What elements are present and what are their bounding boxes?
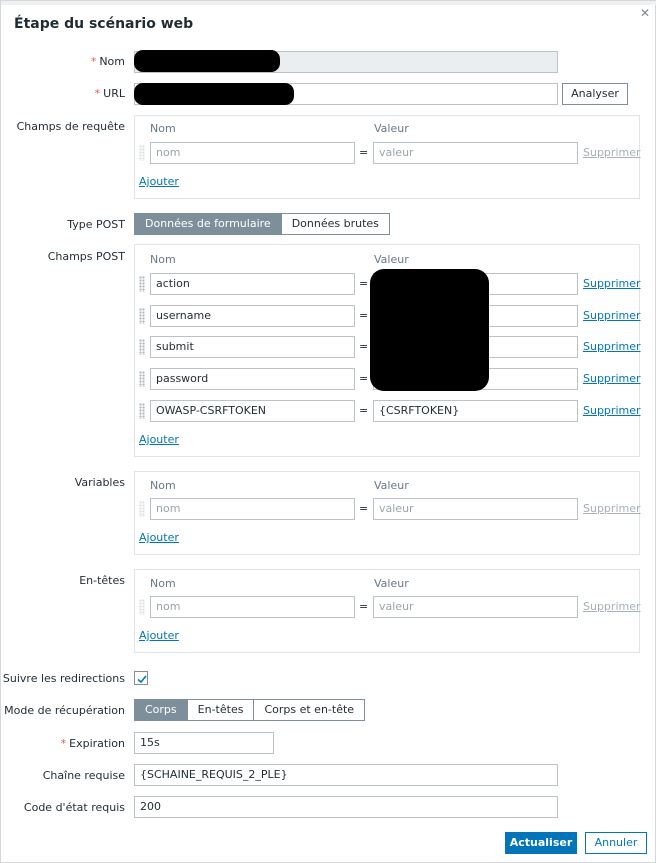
variables-col-value: Valeur [374, 479, 409, 492]
variables-group: Nom Valeur nom = valeur Supprimer Ajoute… [134, 471, 641, 555]
headers-add-link[interactable]: Ajouter [139, 629, 179, 642]
variables-col-name: Nom [150, 479, 176, 492]
drag-handle-icon[interactable] [139, 371, 145, 387]
drag-handle-icon[interactable] [139, 339, 145, 355]
post-add-link[interactable]: Ajouter [139, 433, 179, 446]
equals-sign: = [359, 340, 369, 353]
query-name-input[interactable]: nom [150, 142, 355, 164]
follow-redirects-label: Suivre les redirections [2, 672, 125, 685]
drag-handle-icon[interactable] [139, 145, 145, 161]
post-type-form-data[interactable]: Données de formulaire [135, 214, 281, 234]
post-value-input[interactable]: {CSRFTOKEN} [373, 400, 578, 422]
retrieve-mode-body-and-headers[interactable]: Corps et en-tête [253, 700, 365, 720]
post-remove-link[interactable]: Supprimer [583, 277, 641, 290]
drag-handle-icon[interactable] [139, 308, 145, 324]
equals-sign: = [359, 277, 369, 290]
drag-handle-icon[interactable] [139, 276, 145, 292]
query-remove-link[interactable]: Supprimer [583, 146, 641, 159]
post-type-switch: Données de formulaire Données brutes [134, 213, 390, 235]
required-string-label: Chaîne requise [42, 769, 125, 782]
dialog-title: Étape du scénario web [14, 16, 194, 32]
post-name-input[interactable]: action [150, 273, 355, 295]
query-value-input[interactable]: valeur [373, 142, 578, 164]
post-type-label: Type POST [67, 218, 125, 231]
status-codes-label: Code d'état requis [23, 801, 125, 814]
equals-sign: = [359, 600, 369, 613]
variables-add-link[interactable]: Ajouter [139, 531, 179, 544]
headers-col-name: Nom [150, 577, 176, 590]
query-fields-label: Champs de requête [16, 120, 125, 133]
web-scenario-step-dialog: Étape du scénario web ✕ * Nom * URL Analys… [0, 0, 656, 863]
headers-label: En-têtes [79, 574, 125, 587]
headers-group: Nom Valeur nom = valeur Supprimer Ajoute… [134, 569, 641, 653]
update-button[interactable]: Actualiser [505, 832, 577, 854]
redacted-post-values [370, 269, 489, 391]
headers-remove-link[interactable]: Supprimer [583, 600, 641, 613]
background-strip [1, 1, 656, 5]
post-col-name: Nom [150, 253, 176, 266]
post-remove-link[interactable]: Supprimer [583, 340, 641, 353]
checkmark-icon [137, 675, 147, 684]
drag-handle-icon[interactable] [139, 403, 145, 419]
redacted-name [134, 50, 280, 72]
retrieve-mode-headers[interactable]: En-têtes [186, 700, 254, 720]
parse-button[interactable]: Analyser [562, 83, 628, 105]
headers-name-input[interactable]: nom [150, 596, 355, 618]
timeout-field[interactable]: 15s [134, 732, 274, 754]
close-icon[interactable]: ✕ [640, 7, 652, 19]
equals-sign: = [359, 404, 369, 417]
url-label: * URL [94, 87, 125, 100]
timeout-label: * Expiration [60, 737, 125, 750]
query-col-name: Nom [150, 122, 176, 135]
status-codes-field[interactable]: 200 [134, 796, 558, 818]
required-string-field[interactable]: {SCHAINE_REQUIS_2_PLE} [134, 764, 558, 786]
query-add-link[interactable]: Ajouter [139, 175, 179, 188]
redacted-url [134, 83, 294, 105]
post-type-raw-data[interactable]: Données brutes [280, 214, 389, 234]
drag-handle-icon[interactable] [139, 501, 145, 517]
post-col-value: Valeur [374, 253, 409, 266]
variables-value-input[interactable]: valeur [373, 498, 578, 520]
drag-handle-icon[interactable] [139, 599, 145, 615]
equals-sign: = [359, 146, 369, 159]
retrieve-mode-switch: Corps En-têtes Corps et en-tête [134, 699, 366, 721]
post-name-input[interactable]: submit [150, 336, 355, 358]
retrieve-mode-label: Mode de récupération [4, 704, 125, 717]
variables-remove-link[interactable]: Supprimer [583, 502, 641, 515]
name-label: * Nom [90, 55, 125, 68]
post-name-input[interactable]: username [150, 305, 355, 327]
post-name-input[interactable]: password [150, 368, 355, 390]
headers-value-input[interactable]: valeur [373, 596, 578, 618]
equals-sign: = [359, 372, 369, 385]
variables-name-input[interactable]: nom [150, 498, 355, 520]
variables-label: Variables [74, 476, 125, 489]
query-col-value: Valeur [374, 122, 409, 135]
equals-sign: = [359, 309, 369, 322]
retrieve-mode-body[interactable]: Corps [135, 700, 187, 720]
post-name-input[interactable]: OWASP-CSRFTOKEN [150, 400, 355, 422]
post-fields-label: Champs POST [47, 250, 125, 263]
equals-sign: = [359, 502, 369, 515]
follow-redirects-checkbox[interactable] [134, 671, 148, 685]
headers-col-value: Valeur [374, 577, 409, 590]
cancel-button[interactable]: Annuler [585, 832, 647, 854]
post-remove-link[interactable]: Supprimer [583, 404, 641, 417]
post-remove-link[interactable]: Supprimer [583, 372, 641, 385]
post-remove-link[interactable]: Supprimer [583, 309, 641, 322]
query-fields-group: Nom Valeur nom = valeur Supprimer Ajoute… [134, 115, 641, 199]
